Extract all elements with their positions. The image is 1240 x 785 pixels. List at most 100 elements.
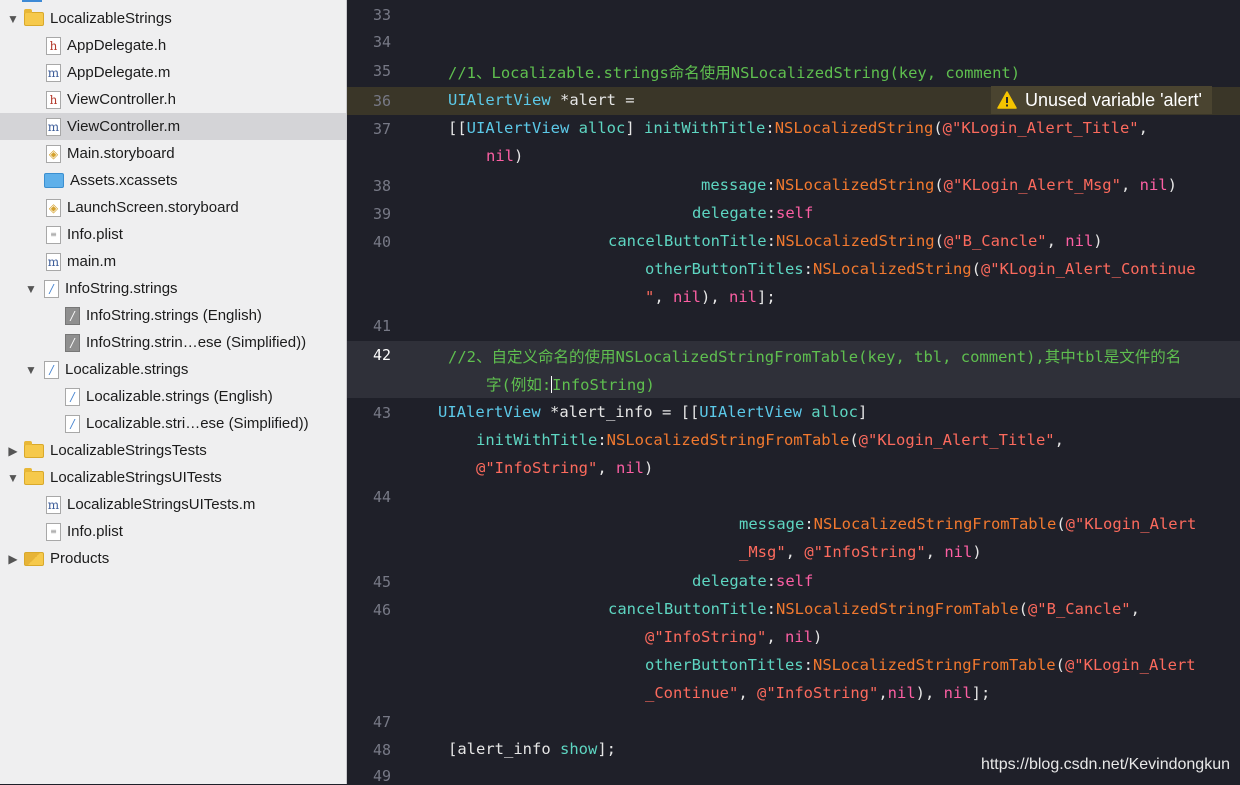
code-editor[interactable]: 33 34 35 36 37 38 39 40 41 42 43 44 45 4…: [347, 0, 1240, 785]
code-token: :: [766, 572, 776, 590]
nav-item-infostring-strings[interactable]: ▼ / InfoString.strings: [0, 275, 346, 302]
code-token: NSLocalizedString: [812, 260, 972, 278]
code-token: delegate: [692, 204, 767, 222]
nav-item-appdelegate-m[interactable]: m AppDelegate.m: [0, 59, 346, 86]
nav-item-label: Info.plist: [67, 523, 123, 540]
code-line-wrap: @"InfoString", nil): [645, 628, 822, 646]
nav-item-label: Main.storyboard: [67, 145, 175, 162]
code-token: (: [1056, 515, 1066, 533]
disclosure-open-icon[interactable]: ▼: [24, 282, 38, 296]
code-token: ,: [766, 628, 785, 646]
code-line-wrap: message:NSLocalizedStringFromTable(@"KLo…: [739, 515, 1196, 533]
code-line: UIAlertView *alert =: [448, 91, 635, 109]
nav-item-infostring-english[interactable]: / InfoString.strings (English): [0, 302, 346, 329]
nav-item-launchscreen-storyboard[interactable]: ◈ LaunchScreen.storyboard: [0, 194, 346, 221]
watermark-text: https://blog.csdn.net/Kevindongkun: [980, 756, 1230, 773]
nav-item-localizablestrings-folder[interactable]: ▼ LocalizableStrings: [0, 5, 346, 32]
code-token: alloc: [578, 119, 626, 137]
code-token: :: [803, 260, 813, 278]
code-token: (: [971, 260, 981, 278]
nav-item-localizable-chinese[interactable]: / Localizable.stri…ese (Simplified)): [0, 410, 346, 437]
code-token: UIAlertView: [438, 403, 541, 421]
code-token: :: [765, 119, 775, 137]
nav-item-products-folder[interactable]: ▶ Products: [0, 545, 346, 572]
code-token: @"KLogin_Alert_Title": [858, 431, 1055, 449]
disclosure-open-icon[interactable]: ▼: [6, 471, 20, 485]
line-number: 43: [372, 404, 391, 422]
warning-bubble[interactable]: Unused variable 'alert': [991, 86, 1212, 114]
code-token: nil: [673, 288, 702, 306]
code-token: ): [1093, 232, 1103, 250]
code-token: self: [776, 572, 814, 590]
nav-item-main-storyboard[interactable]: ◈ Main.storyboard: [0, 140, 346, 167]
nav-item-info-plist[interactable]: ≡ Info.plist: [0, 221, 346, 248]
nav-item-localizable-strings[interactable]: ▼ / Localizable.strings: [0, 356, 346, 383]
code-token: (: [933, 119, 943, 137]
code-token: nil: [729, 288, 758, 306]
nav-item-label: main.m: [67, 253, 117, 270]
nav-item-label: Info.plist: [67, 226, 123, 243]
code-line-wrap: otherButtonTitles:NSLocalizedString(@"KL…: [645, 260, 1196, 278]
disclosure-open-icon[interactable]: ▼: [6, 12, 20, 26]
nav-item-main-m[interactable]: m main.m: [0, 248, 346, 275]
nav-item-label: ViewController.m: [67, 118, 181, 135]
code-token: *alert_info = [[: [540, 403, 700, 421]
warning-triangle-icon: [997, 91, 1017, 109]
code-token: initWithTitle: [644, 119, 766, 137]
line-number: 33: [372, 6, 391, 24]
disclosure-open-icon[interactable]: ▼: [24, 363, 38, 377]
code-token: nil: [1139, 176, 1168, 194]
code-token: :: [766, 232, 776, 250]
nav-item-label: AppDelegate.m: [67, 64, 171, 81]
code-token: nil: [944, 543, 973, 561]
code-token: ,: [597, 459, 616, 477]
code-line: cancelButtonTitle:NSLocalizedString(@"B_…: [608, 232, 1103, 250]
code-token: ,: [654, 288, 674, 306]
code-comment: InfoString): [552, 376, 655, 394]
line-number: 34: [372, 33, 391, 51]
line-number: 37: [372, 120, 391, 138]
nav-item-viewcontroller-m[interactable]: m ViewController.m: [0, 113, 346, 140]
project-navigator: ▼ LocalizableStrings h AppDelegate.h m A…: [0, 0, 347, 784]
code-line-wrap: initWithTitle:NSLocalizedStringFromTable…: [476, 431, 1064, 449]
nav-item-uitests-m[interactable]: m LocalizableStringsUITests.m: [0, 491, 346, 518]
nav-item-label: Localizable.strings (English): [86, 388, 273, 405]
nav-item-uitests-info-plist[interactable]: ≡ Info.plist: [0, 518, 346, 545]
code-token: @"KLogin_Alert_Msg": [943, 176, 1121, 194]
code-token: show: [559, 740, 598, 758]
nav-item-appdelegate-h[interactable]: h AppDelegate.h: [0, 32, 346, 59]
disclosure-closed-icon[interactable]: ▶: [6, 552, 20, 566]
nav-item-uitests-folder[interactable]: ▼ LocalizableStringsUITests: [0, 464, 346, 491]
nav-item-label: LocalizableStrings: [50, 10, 172, 27]
nav-item-assets[interactable]: Assets.xcassets: [0, 167, 346, 194]
code-token: @"InfoString": [476, 459, 598, 477]
code-token: (: [934, 176, 944, 194]
nav-item-viewcontroller-h[interactable]: h ViewController.h: [0, 86, 346, 113]
nav-item-label: LaunchScreen.storyboard: [67, 199, 239, 216]
code-token: [[: [448, 119, 467, 137]
line-number: 41: [372, 317, 391, 335]
code-token: @"KLogin_Alert: [1065, 515, 1197, 533]
code-token: NSLocalizedStringFromTable: [775, 600, 1019, 618]
code-token: *alert =: [550, 91, 635, 109]
code-token: :: [803, 656, 813, 674]
line-number: 49: [372, 767, 391, 785]
code-line: delegate:self: [692, 572, 813, 590]
code-token: [alert_info: [448, 740, 560, 758]
nav-item-localizable-english[interactable]: / Localizable.strings (English): [0, 383, 346, 410]
code-token: ];: [757, 288, 776, 306]
disclosure-closed-icon[interactable]: ▶: [6, 444, 20, 458]
line-number: 36: [372, 92, 391, 110]
code-token: ": [645, 288, 655, 306]
code-line-wrap: 字(例如:InfoString): [486, 373, 655, 395]
code-token: alloc: [811, 403, 858, 421]
code-token: (: [849, 431, 859, 449]
code-token: nil: [943, 684, 972, 702]
nav-item-infostring-chinese[interactable]: / InfoString.strin…ese (Simplified)): [0, 329, 346, 356]
code-token: ,: [925, 543, 945, 561]
plist-icon: ≡: [46, 522, 61, 541]
code-token: self: [776, 204, 814, 222]
nav-item-tests-folder[interactable]: ▶ LocalizableStringsTests: [0, 437, 346, 464]
